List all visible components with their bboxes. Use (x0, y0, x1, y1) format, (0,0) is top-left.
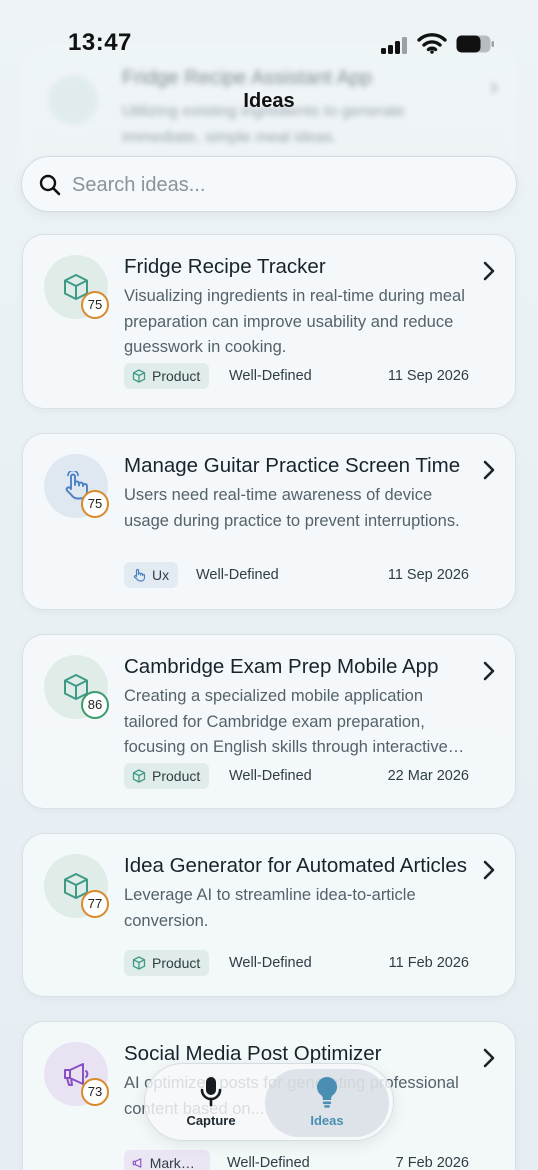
search-icon (39, 174, 61, 196)
cube-icon (132, 956, 146, 970)
category-label: Marketing (149, 1155, 201, 1170)
battery-icon (456, 35, 494, 53)
idea-score-badge: 86 (81, 691, 109, 719)
tab-ideas[interactable]: Ideas (265, 1069, 389, 1137)
tab-capture[interactable]: Capture (149, 1069, 273, 1137)
page-title: Ideas (243, 90, 295, 112)
idea-title: Manage Guitar Practice Screen Time (124, 454, 461, 477)
idea-card[interactable]: 75 Manage Guitar Practice Screen Time Us… (22, 433, 516, 610)
header: Ideas (0, 90, 538, 113)
idea-description: Users need real-time awareness of device… (124, 486, 460, 530)
idea-meta: Product Well-Defined 11 Feb 2026 (124, 950, 469, 976)
idea-category-avatar: 75 (44, 255, 109, 319)
idea-status: Well-Defined (229, 955, 312, 971)
cellular-signal-icon (381, 36, 409, 54)
category-tag: Product (124, 363, 210, 389)
category-tag: Product (124, 950, 210, 976)
chevron-right-icon (483, 1048, 495, 1068)
idea-category-avatar: 75 (44, 454, 109, 518)
idea-category-avatar: 73 (44, 1042, 109, 1106)
idea-description: Leverage AI to streamline idea-to-articl… (124, 886, 416, 930)
idea-status: Well-Defined (227, 1155, 310, 1170)
lightbulb-icon (317, 1077, 337, 1108)
idea-card[interactable]: 86 Cambridge Exam Prep Mobile App Creati… (22, 634, 516, 809)
megaphone-icon (132, 1158, 142, 1168)
chevron-right-icon (483, 460, 495, 480)
idea-date: 11 Sep 2026 (387, 567, 469, 583)
idea-status: Well-Defined (229, 768, 312, 784)
idea-score-badge: 75 (81, 490, 109, 518)
bottom-tab-bar: Capture Ideas (144, 1063, 394, 1141)
idea-card[interactable]: 77 Idea Generator for Automated Articles… (22, 833, 516, 997)
idea-score-badge: 73 (81, 1078, 109, 1106)
cube-icon (132, 369, 146, 383)
idea-date: 11 Sep 2026 (387, 368, 469, 384)
idea-title: Cambridge Exam Prep Mobile App (124, 655, 439, 678)
idea-score-badge: 75 (81, 291, 109, 319)
idea-meta: Ux Well-Defined 11 Sep 2026 (124, 562, 469, 588)
category-label: Product (152, 768, 201, 784)
idea-card[interactable]: 75 Fridge Recipe Tracker Visualizing ing… (22, 234, 516, 409)
tab-label: Ideas (310, 1113, 344, 1128)
idea-score-badge: 77 (81, 890, 109, 918)
microphone-icon (200, 1077, 222, 1107)
idea-title: Idea Generator for Automated Articles (124, 854, 467, 877)
idea-date: 7 Feb 2026 (395, 1155, 469, 1170)
status-time: 13:47 (68, 29, 132, 56)
search-bar[interactable] (21, 156, 517, 213)
category-tag: Ux (124, 562, 179, 588)
ideas-screen: 13:47 Fridge Recipe Assistant App Utiliz… (0, 0, 538, 1170)
idea-status: Well-Defined (229, 368, 312, 384)
category-label: Product (152, 955, 201, 971)
category-label: Product (152, 368, 201, 384)
idea-date: 22 Mar 2026 (387, 768, 469, 784)
idea-status: Well-Defined (196, 567, 279, 583)
idea-category-avatar: 77 (44, 854, 109, 918)
cube-icon (132, 769, 146, 783)
search-input[interactable] (72, 157, 492, 213)
chevron-right-icon (483, 261, 495, 281)
idea-category-avatar: 86 (44, 655, 109, 719)
idea-meta: Product Well-Defined 11 Sep 2026 (124, 363, 469, 389)
idea-date: 11 Feb 2026 (388, 955, 469, 971)
hand-pointer-icon (133, 568, 146, 582)
idea-title: Fridge Recipe Tracker (124, 255, 326, 278)
chevron-right-icon (483, 661, 495, 681)
idea-description: Creating a specialized mobile applicatio… (124, 687, 448, 756)
category-tag: Marketing (124, 1150, 210, 1170)
category-tag: Product (124, 763, 210, 789)
idea-meta: Marketing Well-Defined 7 Feb 2026 (124, 1150, 469, 1170)
tab-label: Capture (186, 1113, 236, 1128)
category-label: Ux (152, 567, 170, 583)
idea-description: Visualizing ingredients in real-time dur… (124, 287, 465, 356)
chevron-right-icon (483, 860, 495, 880)
wifi-icon (417, 33, 447, 54)
idea-meta: Product Well-Defined 22 Mar 2026 (124, 763, 469, 789)
status-bar: 13:47 (0, 0, 538, 80)
